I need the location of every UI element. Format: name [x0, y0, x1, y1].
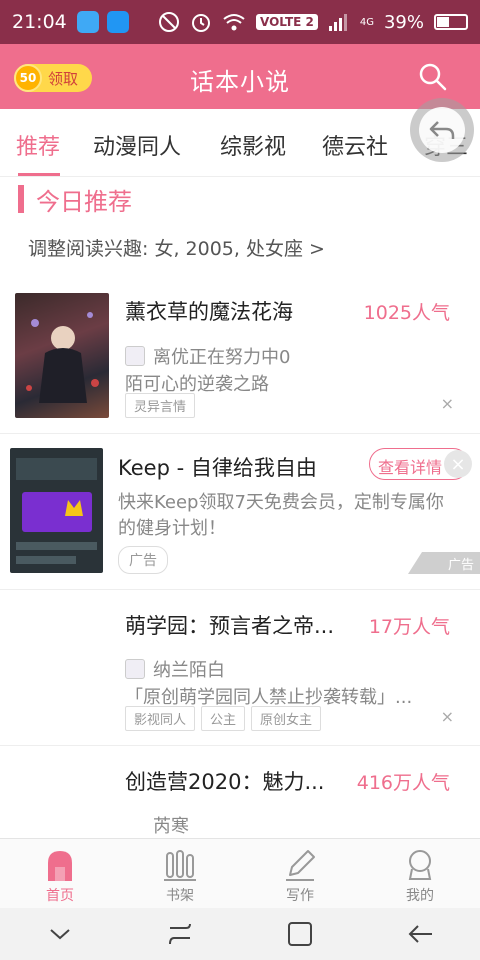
- nav-profile[interactable]: 我的: [360, 839, 480, 908]
- author-name: 纳兰陌白: [153, 660, 225, 681]
- ad-title: Keep - 自律给我自由: [118, 456, 317, 480]
- status-bar: 21:04 VOLTE 2 4G 39%: [0, 0, 480, 44]
- book-tag[interactable]: 影视同人: [125, 706, 196, 731]
- book-title: 萌学园：预言者之帝...: [125, 614, 335, 638]
- popularity-count: 416万人气: [356, 772, 450, 794]
- nav-profile-label: 我的: [406, 888, 434, 904]
- battery-percent: 39%: [383, 11, 424, 33]
- hide-navbar-button[interactable]: [42, 916, 78, 952]
- author-name: 离优正在努力中0: [153, 347, 291, 368]
- square-icon: [288, 922, 312, 946]
- book-tag[interactable]: 公主: [201, 706, 246, 731]
- book-tag[interactable]: 原创女主: [251, 706, 322, 731]
- battery-icon: [434, 14, 468, 30]
- reading-preferences-link[interactable]: 调整阅读兴趣: 女, 2005, 处女座 >: [28, 234, 325, 261]
- book-item[interactable]: 萌学园：预言者之帝... 17万人气 纳兰陌白 「原创萌学园同人禁止抄袭转载」.…: [0, 590, 480, 746]
- chat-notification-icon: [106, 11, 129, 33]
- pencil-icon: [286, 850, 315, 881]
- back-system-button[interactable]: [402, 916, 438, 952]
- ad-close-button[interactable]: ×: [444, 450, 472, 478]
- back-icon: [408, 925, 432, 943]
- book-title: 创造营2020：魅力...: [125, 770, 325, 794]
- dismiss-icon[interactable]: ×: [441, 707, 454, 726]
- recent-apps-button[interactable]: [162, 916, 198, 952]
- bottom-navigation: 首页 书架 写作 我的: [0, 838, 480, 908]
- floating-back-button[interactable]: [410, 98, 474, 162]
- section-accent-bar: [18, 185, 24, 213]
- tab-deyunshe[interactable]: 德云社: [322, 129, 388, 161]
- close-icon: ×: [450, 453, 466, 475]
- nav-bookshelf[interactable]: 书架: [120, 839, 240, 908]
- popularity-count: 17万人气: [368, 616, 450, 638]
- recent-apps-icon: [169, 923, 191, 945]
- profile-icon: [408, 850, 432, 880]
- book-item[interactable]: 薰衣草的魔法花海 1025人气 离优正在努力中0 陌可心的逆袭之路 灵异言情 ×: [0, 280, 480, 434]
- ad-description: 快来Keep领取7天免费会员，定制专属你的健身计划！: [118, 492, 444, 539]
- signal-icon: [328, 14, 347, 31]
- book-cover: [15, 604, 109, 729]
- popularity-count: 1025人气: [363, 302, 450, 324]
- nav-home-label: 首页: [46, 888, 74, 904]
- book-tag[interactable]: 灵异言情: [125, 393, 196, 418]
- app-notification-icon: [76, 11, 99, 33]
- ad-tag: 广告: [118, 546, 168, 574]
- tab-recommend[interactable]: 推荐: [16, 129, 60, 161]
- category-tabs: 推荐 动漫同人 综影视 德云社 穿三: [0, 109, 480, 177]
- system-navigation-bar: [0, 908, 480, 960]
- book-author: 离优正在努力中0: [125, 343, 290, 369]
- bookshelf-icon: [164, 850, 196, 881]
- author-avatar: [125, 346, 145, 366]
- home-icon: [48, 851, 72, 881]
- tab-anime-fanfic[interactable]: 动漫同人: [93, 129, 181, 161]
- nav-bookshelf-label: 书架: [166, 888, 194, 904]
- tab-film-tv[interactable]: 综影视: [220, 129, 286, 161]
- do-not-disturb-icon: [159, 12, 179, 32]
- book-item[interactable]: 创造营2020：魅力... 416万人气 芮寒: [0, 746, 480, 838]
- nav-write-label: 写作: [286, 888, 314, 904]
- ad-image: [10, 448, 103, 573]
- status-time: 21:04: [12, 11, 67, 33]
- dismiss-icon[interactable]: ×: [441, 394, 454, 413]
- chevron-down-icon: [50, 929, 70, 940]
- book-tags: 影视同人 公主 原创女主: [125, 706, 322, 731]
- app-header: 50 领取 话本小说: [0, 44, 480, 109]
- home-system-button[interactable]: [282, 916, 318, 952]
- nav-write[interactable]: 写作: [240, 839, 360, 908]
- author-name: 芮寒: [153, 816, 189, 837]
- search-icon[interactable]: [418, 62, 448, 92]
- app-title: 话本小说: [190, 68, 290, 96]
- book-title: 薰衣草的魔法花海: [125, 300, 293, 324]
- back-arrow-icon: [429, 121, 455, 139]
- author-avatar: [125, 659, 145, 679]
- book-cover: [15, 293, 109, 418]
- network-type: 4G: [359, 16, 374, 28]
- section-header: 今日推荐: [18, 184, 132, 216]
- alarm-icon: [192, 14, 210, 32]
- book-author: 纳兰陌白: [125, 656, 225, 682]
- nav-home[interactable]: 首页: [0, 839, 120, 908]
- volte-badge: VOLTE 2: [256, 14, 318, 30]
- ad-badge-label: 广告: [447, 557, 474, 573]
- wifi-icon: [223, 14, 245, 31]
- active-tab-indicator: [18, 173, 60, 176]
- section-title: 今日推荐: [36, 187, 132, 216]
- book-tags: 灵异言情: [125, 393, 196, 418]
